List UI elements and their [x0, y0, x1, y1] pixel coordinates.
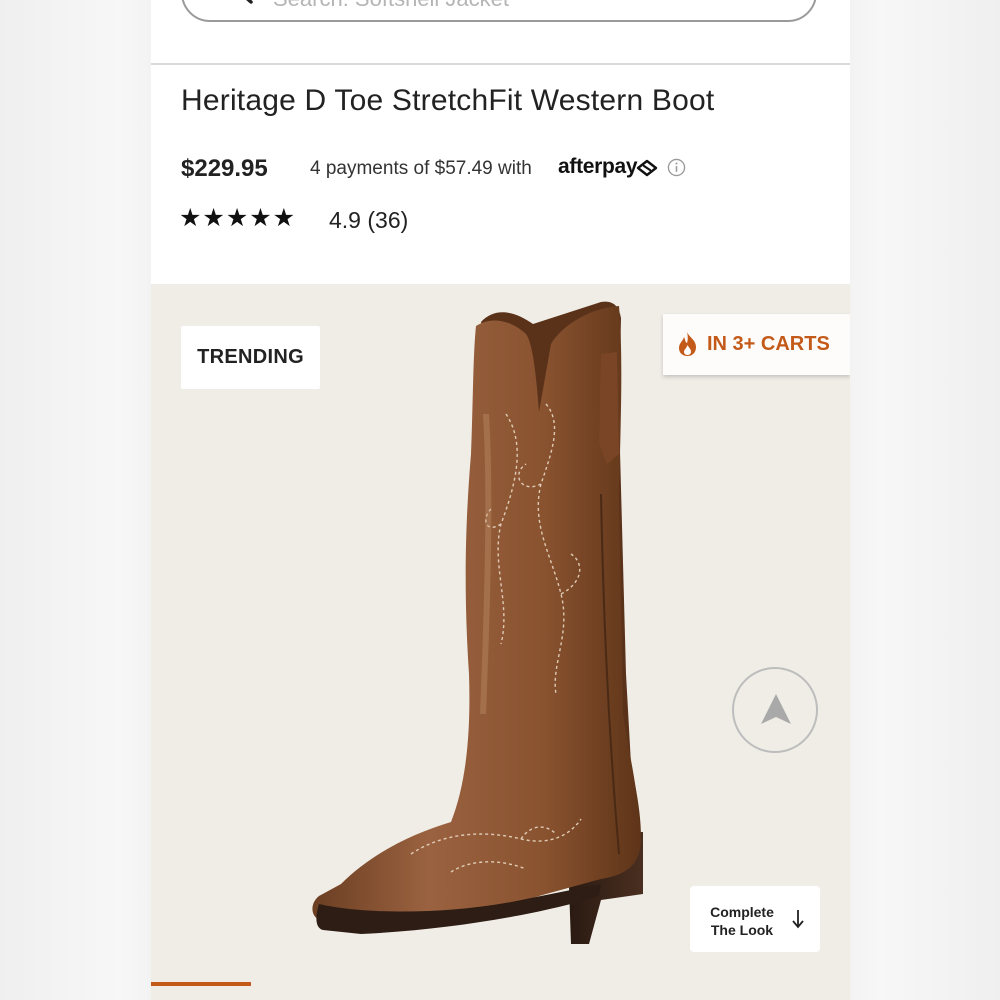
product-price: $229.95 — [181, 155, 268, 182]
product-title: Heritage D Toe StretchFit Western Boot — [181, 84, 715, 117]
product-image-boot — [312, 301, 643, 944]
in-carts-text: IN 3+ CARTS — [707, 333, 830, 355]
gallery-progress-indicator — [151, 982, 251, 986]
gallery-progress-track — [151, 982, 850, 986]
search-icon — [246, 0, 253, 4]
product-image-gallery[interactable]: TRENDING IN 3+ CARTS Complete The Look — [151, 284, 850, 1000]
complete-the-look-button[interactable]: Complete The Look — [690, 886, 820, 952]
info-icon[interactable] — [667, 158, 686, 177]
afterpay-brand[interactable]: afterpay — [558, 155, 638, 179]
product-page: Search: Softshell Jacket Heritage D Toe … — [151, 0, 850, 1000]
installments-text: 4 payments of $57.49 with — [310, 158, 532, 179]
trending-badge: TRENDING — [181, 326, 320, 389]
search-bar[interactable]: Search: Softshell Jacket — [181, 0, 817, 22]
navigation-arrow-icon — [761, 694, 791, 724]
navigation-button[interactable] — [732, 667, 818, 753]
arrow-down-icon — [792, 910, 804, 929]
search-input[interactable]: Search: Softshell Jacket — [273, 0, 509, 12]
complete-the-look-label: Complete The Look — [710, 904, 774, 938]
rating-stars[interactable]: ★★★★★ — [179, 203, 296, 233]
rating-summary[interactable]: 4.9 (36) — [329, 207, 408, 234]
header-divider — [151, 63, 850, 65]
flame-icon — [679, 332, 696, 356]
afterpay-logo-icon — [636, 159, 658, 177]
in-carts-badge: IN 3+ CARTS — [663, 314, 850, 375]
